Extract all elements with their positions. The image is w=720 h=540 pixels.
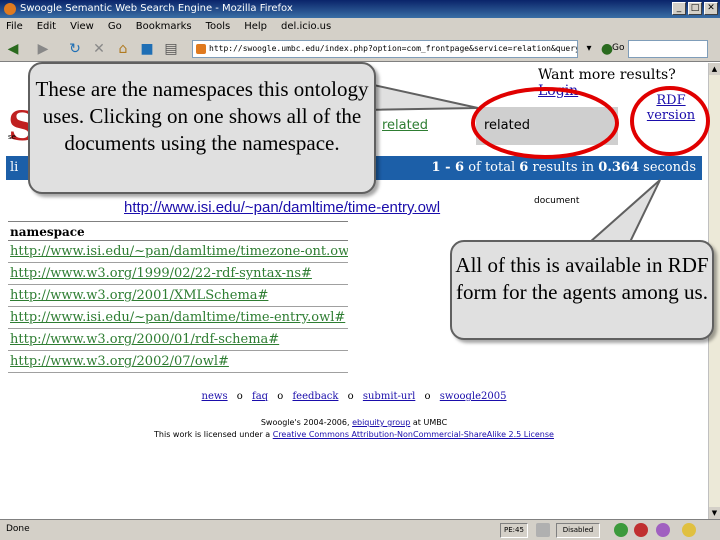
tab-icon[interactable]: ▤: [162, 40, 180, 58]
footer-copyright: Swoogle's 2004-2006, ebiquity group at U…: [0, 417, 708, 441]
minimize-button[interactable]: _: [672, 2, 686, 15]
title-bar: Swoogle Semantic Web Search Engine - Moz…: [0, 0, 720, 18]
table-row: http://www.isi.edu/~pan/damltime/timezon…: [8, 241, 348, 263]
namespace-link[interactable]: http://www.w3.org/2002/07/owl#: [10, 354, 229, 369]
site-favicon-icon: [196, 44, 206, 54]
footer-link-swoogle2005[interactable]: swoogle2005: [440, 391, 507, 402]
footer-link-faq[interactable]: faq: [252, 391, 268, 402]
table-row: http://www.w3.org/2002/07/owl#: [8, 351, 348, 373]
rdf-version-link[interactable]: RDF version: [640, 93, 702, 123]
menu-help[interactable]: Help: [244, 18, 267, 36]
status-cell-disabled: Disabled: [556, 523, 600, 538]
menu-edit[interactable]: Edit: [37, 18, 56, 36]
address-text: http://swoogle.umbc.edu/index.php?option…: [209, 44, 578, 53]
results-summary: 1 - 6 of total 6 results in 0.364 second…: [432, 156, 697, 180]
firefox-icon: [4, 3, 16, 15]
ebiquity-link[interactable]: ebiquity group: [352, 418, 410, 427]
go-label[interactable]: Go: [612, 43, 624, 53]
stop-icon[interactable]: ✕: [90, 40, 108, 58]
results-of-total: of total: [468, 160, 516, 175]
forward-icon[interactable]: ▶: [34, 40, 52, 58]
results-time: 0.364: [598, 160, 640, 175]
footer-link-submit-url[interactable]: submit-url: [363, 391, 415, 402]
menu-tools[interactable]: Tools: [206, 18, 231, 36]
close-button[interactable]: ✕: [704, 2, 718, 15]
results-in: results in: [532, 160, 595, 175]
footer-separator: o: [277, 391, 284, 402]
window-title: Swoogle Semantic Web Search Engine - Moz…: [20, 3, 293, 14]
address-dropdown-icon[interactable]: ▾: [582, 40, 596, 58]
menu-view[interactable]: View: [70, 18, 94, 36]
status-text: Done: [6, 524, 30, 534]
results-range: 1 - 6: [431, 160, 465, 175]
menu-bookmarks[interactable]: Bookmarks: [136, 18, 192, 36]
status-disabled-icon: [536, 523, 550, 537]
more-results-text: Want more results?: [538, 67, 676, 83]
namespace-link[interactable]: http://www.isi.edu/~pan/damltime/time-en…: [10, 310, 345, 325]
copyright-suffix: at UMBC: [412, 418, 448, 427]
ontology-url-link[interactable]: http://www.isi.edu/~pan/damltime/time-en…: [124, 199, 440, 216]
footer-link-news[interactable]: news: [202, 391, 228, 402]
status-yellow-icon: [682, 523, 696, 537]
table-row: http://www.w3.org/2000/01/rdf-schema#: [8, 329, 348, 351]
status-bar: Done PE:45 Disabled: [0, 519, 720, 540]
license-link[interactable]: Creative Commons Attribution-NonCommerci…: [273, 430, 554, 439]
tab-related-terms[interactable]: related terms: [374, 107, 474, 171]
search-input[interactable]: [628, 40, 708, 58]
footer-separator: o: [236, 391, 243, 402]
namespace-table: namespace http://www.isi.edu/~pan/damlti…: [8, 221, 348, 373]
logo-subtext: se: [8, 133, 16, 141]
status-green-icon: [614, 523, 628, 537]
ontology-type: document: [534, 196, 580, 206]
namespace-link[interactable]: http://www.w3.org/2001/XMLSchema#: [10, 288, 268, 303]
callout-namespaces: These are the namespaces this ontology u…: [28, 62, 376, 194]
scroll-down-icon[interactable]: ▼: [709, 507, 720, 519]
scroll-up-icon[interactable]: ▲: [709, 63, 720, 75]
table-row: http://www.w3.org/1999/02/22-rdf-syntax-…: [8, 263, 348, 285]
copyright-text: Swoogle's 2004-2006,: [260, 418, 350, 427]
status-cell-pe: PE:45: [500, 523, 528, 538]
menu-file[interactable]: File: [6, 18, 23, 36]
license-text: This work is licensed under a: [154, 430, 271, 439]
footer-separator: o: [424, 391, 431, 402]
footer-links: news o faq o feedback o submit-url o swo…: [0, 391, 708, 402]
callout-rdf: All of this is available in RDF form for…: [450, 240, 714, 340]
table-row: http://www.w3.org/2001/XMLSchema#: [8, 285, 348, 307]
tab-related-namespaces[interactable]: related namespaces: [476, 107, 618, 171]
login-link[interactable]: Login: [538, 83, 578, 99]
namespace-link[interactable]: http://www.w3.org/1999/02/22-rdf-syntax-…: [10, 266, 312, 281]
status-purple-icon: [656, 523, 670, 537]
navigation-toolbar: ◀ ▶ ↻ ✕ ⌂ ■ ▤ http://swoogle.umbc.edu/in…: [0, 36, 720, 62]
status-red-icon: [634, 523, 648, 537]
footer-separator: o: [347, 391, 354, 402]
namespace-link[interactable]: http://www.isi.edu/~pan/damltime/timezon…: [10, 244, 348, 259]
home-icon[interactable]: ⌂: [114, 40, 132, 58]
namespace-link[interactable]: http://www.w3.org/2000/01/rdf-schema#: [10, 332, 279, 347]
results-bar-label: li: [10, 160, 19, 175]
back-icon[interactable]: ◀: [4, 40, 22, 58]
menu-bar: File Edit View Go Bookmarks Tools Help d…: [0, 18, 720, 36]
results-count: 6: [519, 160, 529, 175]
results-seconds: seconds: [643, 160, 696, 175]
window-controls: _ □ ✕: [672, 2, 718, 15]
namespace-column-header: namespace: [8, 221, 348, 241]
table-row: http://www.isi.edu/~pan/damltime/time-en…: [8, 307, 348, 329]
footer-link-feedback[interactable]: feedback: [292, 391, 338, 402]
maximize-button[interactable]: □: [688, 2, 702, 15]
reload-icon[interactable]: ↻: [66, 40, 84, 58]
bookmark-icon[interactable]: ■: [138, 40, 156, 58]
menu-delicious[interactable]: del.icio.us: [281, 18, 331, 36]
address-bar[interactable]: http://swoogle.umbc.edu/index.php?option…: [192, 40, 578, 58]
menu-go[interactable]: Go: [108, 18, 122, 36]
